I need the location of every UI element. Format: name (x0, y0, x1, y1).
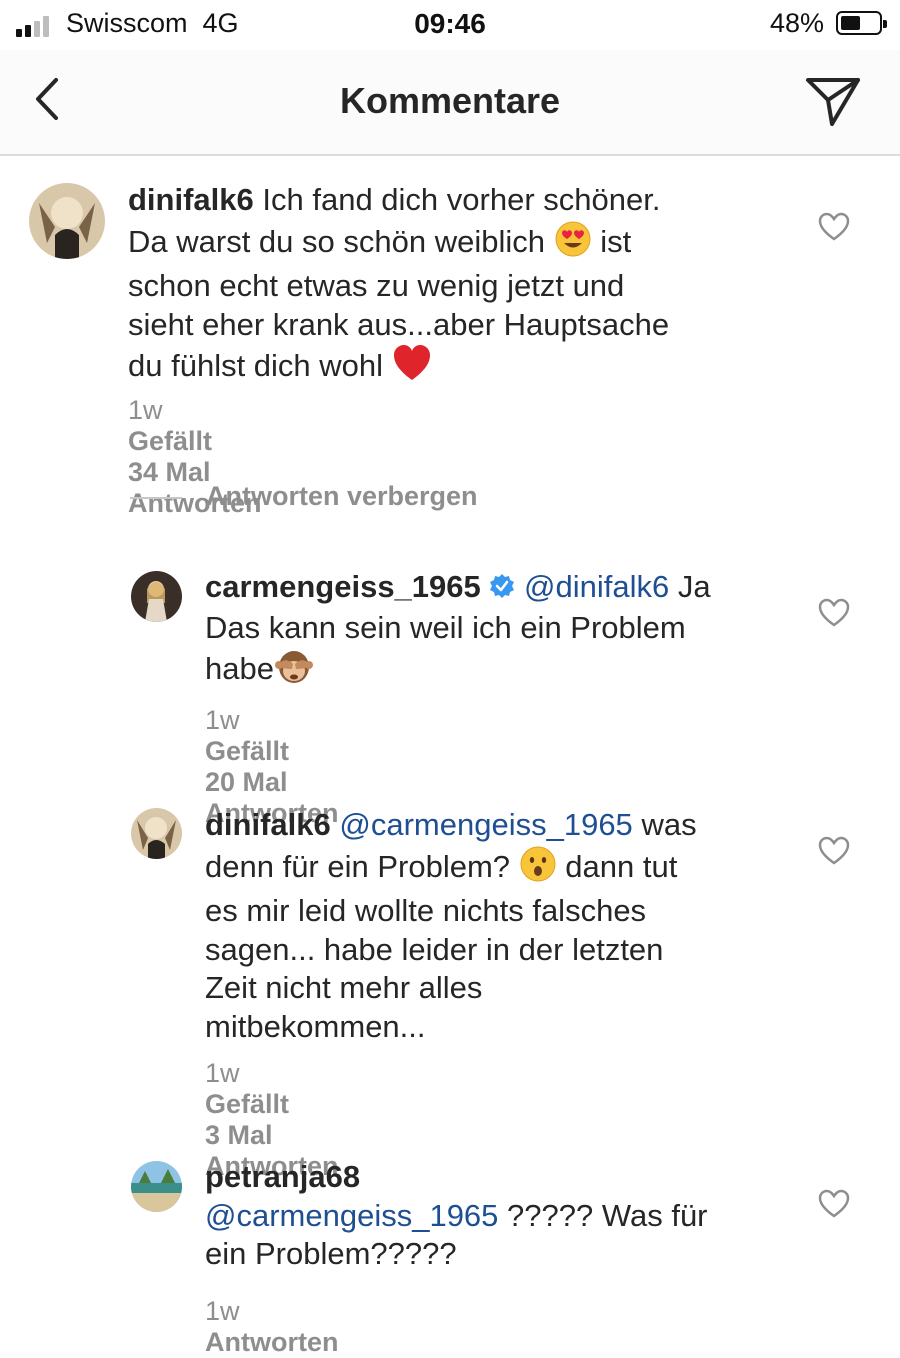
like-button[interactable] (818, 598, 850, 628)
heart-eyes-emoji-icon (554, 220, 592, 268)
divider (130, 497, 182, 499)
hide-replies-button[interactable]: Antworten verbergen (206, 481, 478, 512)
comment-text: petranja68 @carmengeiss_1965 ????? Was f… (205, 1159, 708, 1271)
heart-outline-icon (818, 836, 850, 865)
avatar[interactable] (131, 1161, 182, 1212)
status-time: 09:46 (414, 8, 486, 39)
comment-text: dinifalk6 Ich fand dich vorher schöner. … (128, 181, 768, 392)
hushed-face-emoji-icon (519, 845, 557, 893)
profile-photo (131, 808, 182, 859)
comment-text: carmengeiss_1965 @dinifalk6 Ja Das kann … (205, 568, 785, 695)
profile-photo (131, 1161, 182, 1212)
avatar[interactable] (131, 571, 182, 622)
comment-time: 1w (128, 395, 163, 425)
paper-plane-icon (806, 78, 860, 126)
comment-username[interactable]: carmengeiss_1965 (205, 569, 481, 604)
likes-count-button[interactable]: Gefällt 20 Mal (205, 736, 296, 798)
comment-username[interactable]: dinifalk6 (128, 182, 254, 217)
share-button[interactable] (804, 72, 862, 130)
status-bar: Swisscom 4G 09:46 48% (0, 0, 900, 50)
avatar[interactable] (131, 808, 182, 859)
comment-text: dinifalk6 @carmengeiss_1965 was denn für… (205, 807, 697, 1044)
comment-time: 1w (205, 705, 240, 735)
mention-link[interactable]: @carmengeiss_1965 (205, 1198, 498, 1233)
comment-username[interactable]: dinifalk6 (205, 807, 331, 842)
heart-outline-icon (818, 212, 850, 241)
comment-time: 1w (205, 1058, 240, 1088)
battery-icon (836, 11, 887, 35)
battery-percent: 48% (769, 8, 824, 38)
reply-button[interactable]: Antworten (205, 1327, 338, 1358)
comment-time: 1w (205, 1296, 240, 1326)
avatar[interactable] (29, 183, 105, 259)
mention-link[interactable]: @carmengeiss_1965 (339, 807, 632, 842)
red-heart-emoji-icon (392, 344, 432, 392)
verified-badge-icon (489, 570, 515, 609)
page-title: Kommentare (339, 80, 561, 121)
like-button[interactable] (818, 212, 850, 242)
mention-link[interactable]: @dinifalk6 (524, 569, 669, 604)
likes-count-button[interactable]: Gefällt 34 Mal (128, 426, 219, 488)
like-button[interactable] (818, 1189, 850, 1219)
see-no-evil-monkey-emoji-icon (274, 647, 314, 695)
navigation-bar: Kommentare (0, 50, 900, 156)
profile-photo (131, 571, 182, 622)
profile-photo (29, 183, 105, 259)
heart-outline-icon (818, 598, 850, 627)
comment-username[interactable]: petranja68 (205, 1159, 360, 1194)
heart-outline-icon (818, 1189, 850, 1218)
likes-count-button[interactable]: Gefällt 3 Mal (205, 1089, 296, 1151)
comment-meta: 1wAntworten (205, 1296, 338, 1358)
like-button[interactable] (818, 836, 850, 866)
